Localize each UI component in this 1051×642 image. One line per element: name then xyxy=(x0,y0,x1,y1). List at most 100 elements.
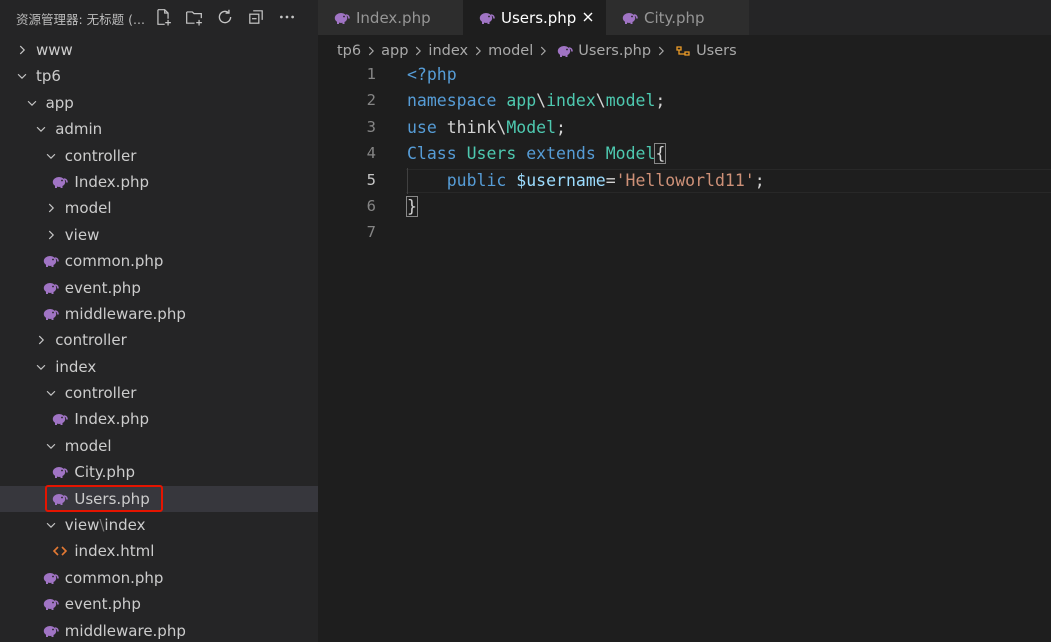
breadcrumb-item[interactable]: tp6 xyxy=(337,43,361,59)
tree-item[interactable]: controller xyxy=(0,143,318,169)
new-file-icon[interactable] xyxy=(150,4,176,30)
code-token: \ xyxy=(536,91,547,111)
breadcrumb-item[interactable]: app xyxy=(381,43,408,59)
tab-label: Index.php xyxy=(356,9,431,27)
php-file-icon xyxy=(52,490,69,508)
tree-item[interactable]: model xyxy=(0,195,318,221)
tree-item-label: app xyxy=(45,93,74,112)
php-file-icon xyxy=(557,44,574,58)
tree-item[interactable]: Users.php xyxy=(0,485,318,513)
tree-item-label: common.php xyxy=(64,252,164,271)
line-number: 4 xyxy=(366,144,376,163)
code-token: ; xyxy=(655,91,666,111)
tree-item[interactable]: Index.php xyxy=(0,169,318,195)
tree-item[interactable]: middleware.php xyxy=(0,301,318,327)
explorer-title: 资源管理器: 无标题 (... xyxy=(16,12,145,27)
tree-item[interactable]: tp6 xyxy=(0,63,318,89)
code-text: namespace app\index\model; xyxy=(407,91,665,110)
editor-tab-bar: Index.php Users.php City.php xyxy=(318,0,1051,35)
tree-item-label: admin xyxy=(55,120,103,139)
tree-item[interactable]: event.php xyxy=(0,275,318,301)
code-token: Model xyxy=(506,117,557,137)
tree-item-label: Users.php xyxy=(74,489,150,508)
tree-item[interactable]: common.php xyxy=(0,248,318,274)
line-number: 3 xyxy=(366,117,376,136)
code-text: public $username='Helloworld11'; xyxy=(407,171,765,190)
code-token: \ xyxy=(496,117,507,137)
close-icon[interactable] xyxy=(580,9,596,25)
tree-item-label: view xyxy=(64,225,100,244)
breadcrumb-item[interactable]: index xyxy=(428,43,468,59)
editor-tab[interactable]: City.php xyxy=(606,0,749,35)
tree-item-label: Index.php xyxy=(74,172,150,191)
breadcrumb-item[interactable]: Users.php xyxy=(578,43,651,59)
editor-tab[interactable]: Index.php xyxy=(318,0,463,35)
tree-item[interactable]: controller xyxy=(0,327,318,353)
chevron-down-icon xyxy=(33,358,49,376)
chevron-right-icon xyxy=(43,226,59,244)
line-number: 1 xyxy=(366,65,376,83)
tree-item[interactable]: model xyxy=(0,433,318,459)
tree-item[interactable]: www xyxy=(0,37,318,63)
tree-item[interactable]: City.php xyxy=(0,459,318,485)
code-token: <?php xyxy=(407,65,457,84)
code-token: model xyxy=(605,91,656,111)
more-icon[interactable] xyxy=(274,4,300,30)
chevron-right-icon xyxy=(33,331,49,349)
php-file-icon xyxy=(43,569,59,587)
refresh-icon[interactable] xyxy=(212,4,238,30)
code-token: Model xyxy=(605,144,656,164)
code-token: = xyxy=(605,170,616,190)
code-text: use think\Model; xyxy=(407,118,566,137)
tree-item[interactable]: Index.php xyxy=(0,406,318,432)
tree-item[interactable]: index xyxy=(0,354,318,380)
breadcrumb-item[interactable]: model xyxy=(488,43,533,59)
php-file-icon xyxy=(43,595,59,613)
line-number: 6 xyxy=(366,197,376,215)
new-folder-icon[interactable] xyxy=(181,4,207,30)
breadcrumb-item[interactable]: Users xyxy=(696,43,737,59)
tree-item-label-suffix: index xyxy=(104,516,146,535)
line-number: 7 xyxy=(366,223,376,242)
tree-item[interactable]: admin xyxy=(0,116,318,142)
chevron-down-icon xyxy=(43,384,59,402)
code-line: 3 use think\Model; xyxy=(318,115,1051,141)
code-editor[interactable]: 1 <?php 2 namespace app\index\model; 3 use th… xyxy=(318,62,1051,642)
tree-item-label: common.php xyxy=(64,568,164,587)
tree-item[interactable]: app xyxy=(0,90,318,116)
tree-item[interactable]: event.php xyxy=(0,591,318,617)
php-file-icon xyxy=(43,305,59,323)
vscode-window: 资源管理器: 无标题 (... www tp6 app admin contro… xyxy=(0,0,1051,642)
php-file-icon xyxy=(334,10,350,24)
php-file-icon xyxy=(622,10,638,24)
tree-item-label: Index.php xyxy=(74,410,150,429)
php-file-icon xyxy=(52,463,69,481)
tree-item-label: index xyxy=(55,357,97,376)
file-tree: www tp6 app admin controller Index.php model vi… xyxy=(0,37,318,642)
chevron-right-icon xyxy=(471,44,485,58)
collapse-all-icon[interactable] xyxy=(243,4,269,30)
tree-item[interactable]: view xyxy=(0,222,318,248)
chevron-right-icon xyxy=(14,41,30,59)
editor-tab[interactable]: Users.php xyxy=(463,0,606,35)
chevron-down-icon xyxy=(43,437,59,455)
tree-item[interactable]: common.php xyxy=(0,565,318,591)
code-token: app xyxy=(506,91,537,111)
code-line: 4 Class Users extends Model{ xyxy=(318,141,1051,167)
tree-item[interactable]: middleware.php xyxy=(0,618,318,642)
tree-item[interactable]: view\index xyxy=(0,512,318,538)
php-file-icon xyxy=(479,10,495,24)
tree-item-label: event.php xyxy=(64,278,141,297)
tree-item[interactable]: index.html xyxy=(0,538,318,564)
tree-item-label: City.php xyxy=(74,463,135,482)
chevron-down-icon xyxy=(43,516,59,534)
code-token: use xyxy=(407,117,437,137)
chevron-right-icon xyxy=(536,44,550,58)
code-token: think xyxy=(436,117,497,137)
line-number: 5 xyxy=(366,170,376,189)
chevron-down-icon xyxy=(24,94,40,112)
tree-item[interactable]: controller xyxy=(0,380,318,406)
tree-item-label: middleware.php xyxy=(64,621,186,640)
